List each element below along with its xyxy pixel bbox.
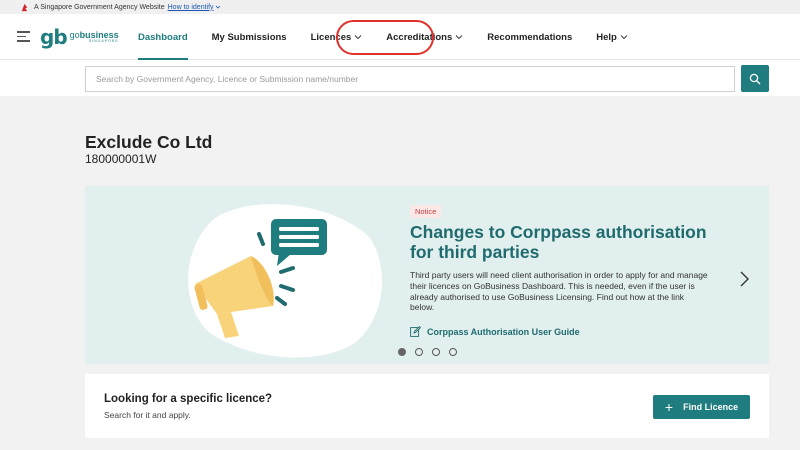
megaphone-icon xyxy=(194,219,327,338)
search-input[interactable] xyxy=(85,66,735,92)
search-button[interactable] xyxy=(741,65,769,92)
find-licence-card: Looking for a specific licence? Search f… xyxy=(85,374,769,438)
gov-masthead: A Singapore Government Agency Website Ho… xyxy=(0,0,800,14)
find-licence-button[interactable]: + Find Licence xyxy=(653,395,750,419)
logo-country: SINGAPORE xyxy=(88,38,119,43)
nav-help[interactable]: Help xyxy=(584,14,640,60)
notice-carousel: Notice Changes to Corppass authorisation… xyxy=(85,186,769,364)
chevron-right-icon[interactable] xyxy=(737,270,751,288)
carousel-pagination xyxy=(398,348,466,356)
masthead-text: A Singapore Government Agency Website xyxy=(34,3,165,11)
chevron-down-icon xyxy=(354,35,362,40)
slide-link-label: Corppass Authorisation User Guide xyxy=(427,326,580,337)
notice-badge: Notice xyxy=(410,205,442,218)
carousel-dot[interactable] xyxy=(432,348,440,356)
nav-licences[interactable]: Licences xyxy=(299,14,375,60)
singapore-lion-icon xyxy=(21,3,28,11)
gobusiness-logo[interactable]: gb gobusiness SINGAPORE xyxy=(40,24,119,50)
chevron-down-icon xyxy=(455,35,463,40)
chevron-down-icon xyxy=(620,35,628,40)
nav-recommendations[interactable]: Recommendations xyxy=(475,14,584,60)
menu-icon[interactable] xyxy=(17,31,30,42)
carousel-dot[interactable] xyxy=(398,348,406,356)
carousel-dot[interactable] xyxy=(415,348,423,356)
carousel-dot[interactable] xyxy=(449,348,457,356)
plus-icon: + xyxy=(664,399,674,415)
search-icon xyxy=(749,73,761,84)
nav-my-submissions[interactable]: My Submissions xyxy=(200,14,299,60)
how-to-identify-link[interactable]: How to identify xyxy=(168,4,214,11)
search-bar xyxy=(0,60,800,96)
site-header: gb gobusiness SINGAPORE Dashboard My Sub… xyxy=(0,14,800,60)
chevron-down-icon xyxy=(215,5,220,9)
corppass-guide-link[interactable]: Corppass Authorisation User Guide xyxy=(410,326,580,337)
logo-go: go xyxy=(69,29,80,40)
find-licence-button-label: Find Licence xyxy=(683,402,739,412)
slide-body: Third party users will need client autho… xyxy=(410,270,708,313)
find-licence-subtitle: Search for it and apply. xyxy=(104,410,191,420)
nav-accreditations[interactable]: Accreditations xyxy=(374,14,475,60)
logo-mark: gb xyxy=(40,25,68,49)
slide-title: Changes to Corppass authorisation for th… xyxy=(410,222,707,263)
main-nav: Dashboard My Submissions Licences Accred… xyxy=(126,14,640,60)
edit-icon xyxy=(410,326,421,337)
find-licence-title: Looking for a specific licence? xyxy=(104,393,273,405)
company-name: Exclude Co Ltd xyxy=(85,132,213,152)
nav-dashboard[interactable]: Dashboard xyxy=(126,14,200,60)
company-uen: 180000001W xyxy=(85,152,157,166)
